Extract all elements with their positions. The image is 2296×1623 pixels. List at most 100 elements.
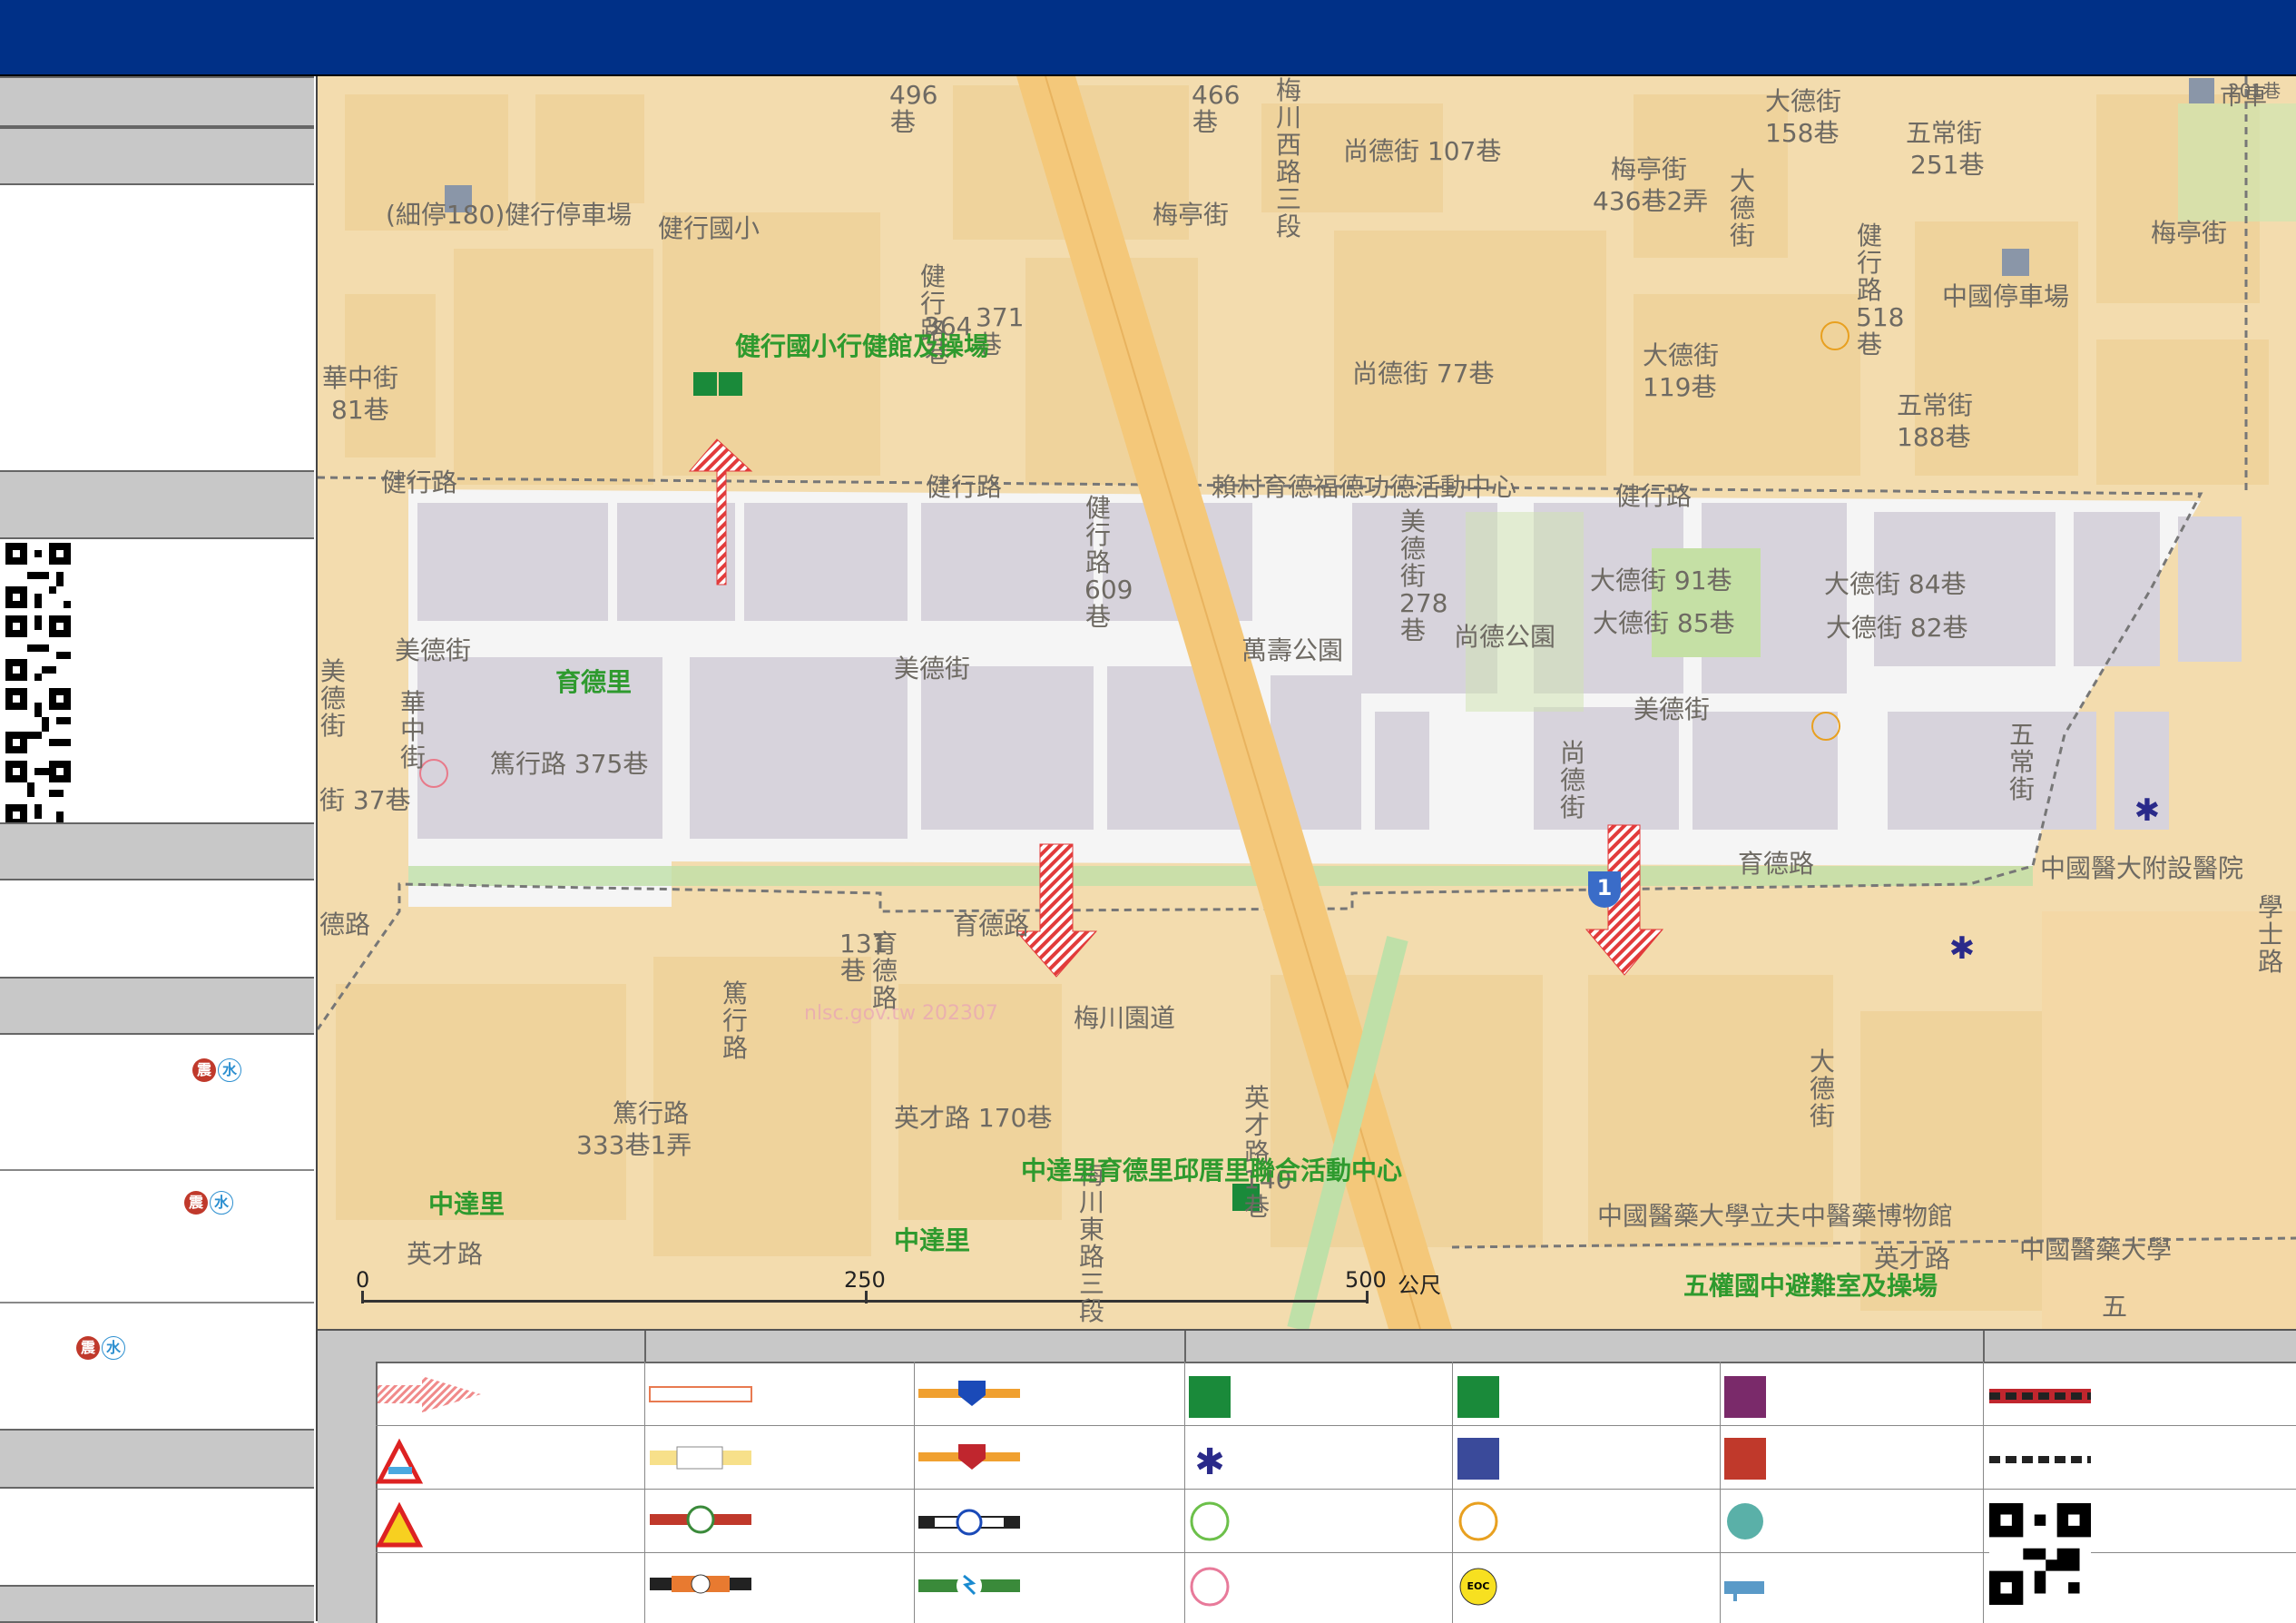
- street-label-vertical: 華中街: [399, 688, 426, 772]
- parking-icon: [2189, 78, 2214, 103]
- street-label: 尚德街 77巷: [1352, 359, 1495, 389]
- sidebar-header-5: [0, 977, 314, 1035]
- street-label: (細停180)健行停車場: [386, 200, 633, 230]
- village-label: 育德里: [555, 667, 633, 697]
- scale-tick: [1366, 1291, 1369, 1303]
- street-label-vertical: 健行路518巷: [1856, 221, 1905, 359]
- sidebar-header-6: [0, 1429, 314, 1489]
- street-label: 大德街 91巷: [1590, 566, 1732, 595]
- street-label: 篤行路: [613, 1098, 690, 1128]
- title-bar: [0, 0, 2296, 76]
- street-label: 育德路: [953, 910, 1030, 940]
- street-label: 大德街: [1765, 86, 1842, 116]
- qr-code[interactable]: [5, 688, 71, 753]
- street-label-vertical: 篤行路: [721, 979, 748, 1063]
- sidebar-header-7: [0, 1585, 314, 1623]
- village-label: 中達里: [428, 1189, 505, 1219]
- street-label-vertical: 五: [2101, 1292, 2127, 1322]
- scale-zero: 0: [356, 1267, 370, 1293]
- sidebar-header-3: [0, 470, 314, 539]
- scale-tick: [865, 1291, 868, 1303]
- street-label: 119巷: [1643, 372, 1717, 402]
- sidebar-header-4: [0, 822, 314, 880]
- street-label: 中國醫藥大學: [2019, 1234, 2173, 1264]
- scale-end: 500: [1345, 1267, 1387, 1293]
- street-label-vertical: 131巷: [839, 929, 888, 986]
- street-label: 81巷: [331, 395, 389, 425]
- street-label-vertical: 美德街278巷: [1399, 507, 1448, 645]
- qr-code[interactable]: [5, 615, 71, 681]
- evacuation-arrow-up: [688, 438, 753, 585]
- village-label: 中達里: [894, 1225, 971, 1255]
- street-label-vertical: 健行路609巷: [1084, 493, 1133, 632]
- street-label: 中國醫大附設醫院: [2040, 853, 2244, 883]
- street-label: 街 37巷: [319, 785, 411, 815]
- facility-label: 健行國小行健館及操場: [735, 331, 990, 361]
- street-label-vertical: 496巷: [889, 80, 938, 137]
- medical-star-icon: ✱: [2134, 792, 2161, 829]
- street-label: 梅亭街: [2151, 218, 2228, 248]
- street-label: 大德街: [1643, 340, 1720, 370]
- street-label-vertical: 五常街: [2008, 720, 2035, 804]
- street-label-vertical: 美德街: [319, 656, 346, 741]
- street-label: 華中街: [322, 363, 399, 393]
- street-label: 美德街: [1634, 694, 1711, 724]
- info-sidebar: 震 水 震 水 震 水: [0, 76, 318, 1623]
- flood-badge: 水: [102, 1336, 125, 1360]
- scale-unit: 公尺: [1398, 1273, 1441, 1298]
- street-label: 梅川園道: [1074, 1003, 1176, 1033]
- street-label: 尚德公園: [1454, 622, 1556, 652]
- street-label: 健行路: [381, 467, 458, 497]
- street-label: 英才路: [407, 1239, 484, 1269]
- street-label: 五常街: [1897, 390, 1974, 420]
- scale-mid: 250: [844, 1267, 886, 1293]
- street-label: 梅亭街: [1153, 200, 1230, 230]
- map-canvas[interactable]: ✱ ✱ 1 N S E W 市車 201巷 nlsc.gov.tw 202307…: [318, 76, 2296, 1329]
- street-label: 251巷: [1910, 150, 1985, 180]
- map-label: 201巷: [2228, 80, 2281, 102]
- street-label: 健行國小: [658, 213, 760, 243]
- parking-icon: [2002, 249, 2029, 276]
- street-label: 德路: [319, 910, 371, 939]
- earthquake-badge: 震: [192, 1058, 216, 1082]
- street-label: 333巷1弄: [576, 1130, 692, 1160]
- sidebar-divider: [0, 1169, 314, 1171]
- street-label: 賴村育德福德功德活動中心: [1212, 472, 1517, 502]
- street-label: 五常街: [1906, 118, 1983, 148]
- flood-badge: 水: [218, 1058, 241, 1082]
- street-label: 188巷: [1897, 422, 1971, 452]
- facility-label: 五權國中避難室及操場: [1683, 1271, 1938, 1301]
- elderly-care-icon: [1811, 712, 1840, 741]
- qr-code[interactable]: [5, 761, 71, 826]
- street-label: 大德街 84巷: [1824, 569, 1967, 599]
- sidebar-header-2: [0, 127, 314, 185]
- qr-code[interactable]: [5, 543, 71, 608]
- eoc-icon: EOC: [1467, 1580, 1490, 1592]
- sidebar-header-1: [0, 76, 314, 127]
- street-label: 健行路: [926, 472, 1003, 502]
- earthquake-badge: 震: [184, 1191, 208, 1215]
- street-label: 篤行路 375巷: [490, 749, 649, 779]
- street-label: 美德街: [894, 654, 971, 684]
- street-label-vertical: 大德街: [1729, 166, 1755, 251]
- street-label: 158巷: [1765, 118, 1840, 148]
- evacuation-site-icon: [719, 372, 742, 396]
- elderly-care-icon: [1820, 321, 1850, 350]
- flood-badge: 水: [210, 1191, 233, 1215]
- street-label: 梅亭街: [1611, 154, 1688, 184]
- street-label: 育德路: [1738, 849, 1815, 879]
- street-label: 尚德街 107巷: [1343, 136, 1502, 166]
- highway-shield-icon: 1: [1588, 871, 1621, 908]
- legend-panel: ✱ EOC: [318, 1329, 2296, 1623]
- legend-qr-code[interactable]: [1989, 1503, 2091, 1605]
- street-label: 大德街 85巷: [1593, 608, 1735, 638]
- street-label-vertical: 尚德街: [1559, 738, 1585, 822]
- street-label: 美德街: [395, 635, 472, 665]
- shelter-icon: [693, 372, 717, 396]
- street-label-vertical: 梅川西路三段: [1275, 76, 1301, 241]
- street-label-vertical: 學士路: [2257, 892, 2283, 977]
- facility-label: 中達里育德里邱厝里聯合活動中心: [1021, 1156, 1403, 1185]
- street-label: 大德街 82巷: [1826, 613, 1968, 643]
- medical-star-icon: ✱: [1948, 930, 1976, 967]
- svg-text:✱: ✱: [1194, 1441, 1225, 1483]
